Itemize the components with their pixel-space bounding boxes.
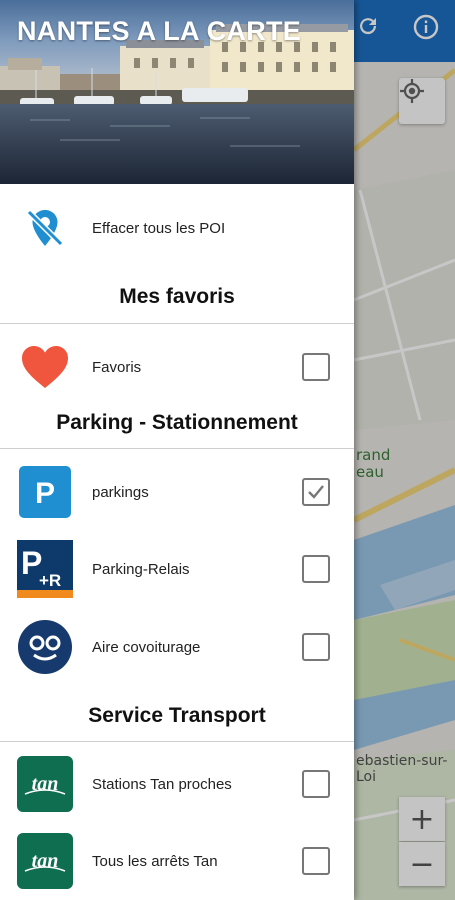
list-item-label: parkings: [92, 483, 149, 501]
clear-poi-button[interactable]: Effacer tous les POI: [0, 198, 354, 258]
parking-icon: P: [17, 464, 73, 520]
list-item-parkings[interactable]: P parkings: [0, 463, 354, 521]
carpool-icon: [17, 619, 73, 675]
tan-logo-icon: tan: [17, 833, 73, 889]
divider: [0, 323, 354, 324]
heart-icon: [17, 339, 73, 395]
tan-logo-text: tan: [32, 850, 59, 872]
drawer-header: NANTES A LA CARTE: [0, 0, 354, 184]
app-title: NANTES A LA CARTE: [17, 16, 302, 46]
navigation-drawer: NANTES A LA CARTE Effacer tous les POI M…: [0, 0, 354, 900]
divider: [0, 448, 354, 449]
parking-letter: P: [35, 477, 55, 510]
parking-relais-mark: +R: [39, 571, 61, 590]
location-off-icon: [17, 200, 73, 256]
list-item-stations-tan[interactable]: tan Stations Tan proches: [0, 755, 354, 813]
parkings-checkbox[interactable]: [302, 478, 330, 506]
list-item-label: Parking-Relais: [92, 560, 190, 578]
covoiturage-checkbox[interactable]: [302, 633, 330, 661]
list-item-parking-relais[interactable]: P +R Parking-Relais: [0, 540, 354, 598]
list-item-favoris[interactable]: Favoris: [0, 338, 354, 396]
stations-tan-checkbox[interactable]: [302, 770, 330, 798]
arrets-tan-checkbox[interactable]: [302, 847, 330, 875]
section-title-transport: Service Transport: [88, 704, 266, 727]
list-item-arrets-tan[interactable]: tan Tous les arrêts Tan: [0, 832, 354, 890]
tan-logo-icon: tan: [17, 756, 73, 812]
parking-relais-checkbox[interactable]: [302, 555, 330, 583]
divider: [0, 741, 354, 742]
parking-relais-icon: P +R: [17, 540, 73, 598]
list-item-label: Aire covoiturage: [92, 638, 201, 656]
clear-poi-label: Effacer tous les POI: [92, 219, 226, 237]
section-title-parking: Parking - Stationnement: [56, 411, 298, 434]
tan-logo-text: tan: [32, 773, 59, 795]
section-title-favoris: Mes favoris: [119, 285, 235, 308]
list-item-covoiturage[interactable]: Aire covoiturage: [0, 618, 354, 676]
favoris-checkbox[interactable]: [302, 353, 330, 381]
checkmark-icon: [308, 485, 324, 499]
list-item-label: Tous les arrêts Tan: [92, 852, 218, 870]
list-item-label: Stations Tan proches: [92, 775, 232, 793]
list-item-label: Favoris: [92, 358, 142, 376]
